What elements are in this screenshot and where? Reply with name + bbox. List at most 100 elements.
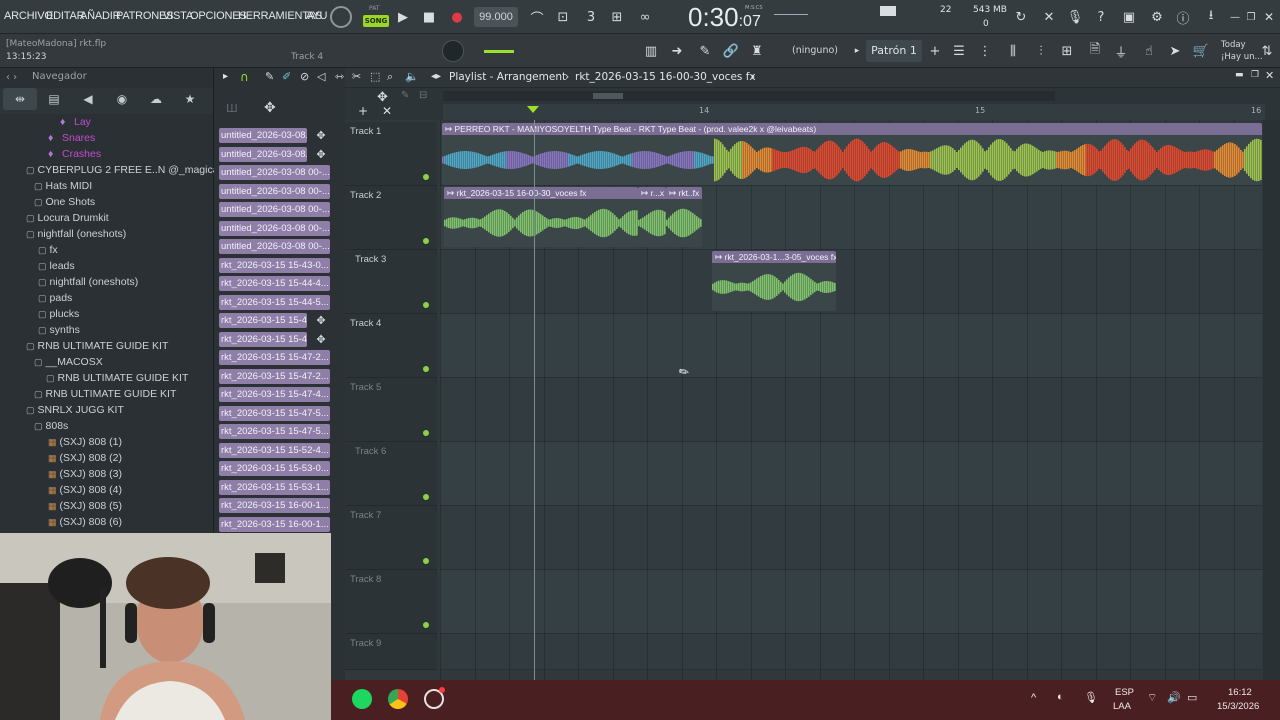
playlist-grid-icon[interactable]: ⊟ xyxy=(419,90,427,101)
clock-time[interactable]: 16:12 xyxy=(1228,687,1252,698)
filter-icon[interactable]: Ш xyxy=(226,102,238,115)
clip-move-icon[interactable]: ✥ xyxy=(313,147,329,162)
track-header[interactable]: Track 6 xyxy=(345,442,437,506)
browser-item[interactable]: ▢ Hats MIDI xyxy=(34,180,92,196)
pattern-icon[interactable]: ⊞ xyxy=(1056,40,1078,62)
browser-item[interactable]: ♦ Crashes xyxy=(48,148,101,164)
browser-item[interactable]: ▦ (SXJ) 808 (1) xyxy=(48,436,122,452)
mic-icon[interactable]: 🎙 xyxy=(1064,6,1086,28)
browser-item[interactable]: ♦ Snares xyxy=(48,132,95,148)
loop-mode-icon[interactable] xyxy=(330,6,352,28)
browser-item[interactable]: ▦ (SXJ) 808 (4) xyxy=(48,484,122,500)
nav-arrows-icon[interactable]: ◂▸ xyxy=(431,71,441,82)
browser-tab-all-icon[interactable]: ⇹ xyxy=(3,88,37,110)
metronome-icon[interactable]: ⌒ xyxy=(526,6,548,28)
track-lane[interactable] xyxy=(440,570,1262,634)
battery-icon[interactable]: ▭ xyxy=(1187,691,1197,704)
track-enable-led[interactable] xyxy=(423,558,429,564)
browser-item[interactable]: ♦ Lay xyxy=(60,116,91,132)
tray-app-icon[interactable]: ◐ xyxy=(1057,691,1064,703)
plug-icon[interactable]: ⏚ xyxy=(1110,40,1132,62)
track-name[interactable]: Track 4 xyxy=(350,318,381,329)
track-header[interactable]: Track 5 xyxy=(345,378,437,442)
menu-anadir[interactable]: AÑADIR xyxy=(80,10,121,22)
clip-move-icon[interactable]: ✥ xyxy=(313,128,329,143)
track-header[interactable]: Track 3 xyxy=(345,250,437,314)
track-enable-led[interactable] xyxy=(423,174,429,180)
clip-item[interactable]: rkt_2026-03-15 16-00-1... xyxy=(219,498,330,513)
track-name[interactable]: Track 7 xyxy=(350,510,381,521)
clip-item[interactable]: rkt_2026-03-15 15-47-5... xyxy=(219,424,330,439)
magnet-icon[interactable]: ∩ xyxy=(240,70,249,84)
add-track-icon[interactable]: + xyxy=(358,104,368,118)
playlist-move-icon[interactable]: ✥ xyxy=(377,90,388,105)
track-enable-led[interactable] xyxy=(423,494,429,500)
browser-item[interactable]: ▢ pads xyxy=(38,292,72,308)
link-icon[interactable]: 🔗 xyxy=(720,40,742,62)
clip-move-icon[interactable]: ✥ xyxy=(313,313,329,328)
track-lane[interactable] xyxy=(440,506,1262,570)
clip-item[interactable]: untitled_2026-03-08 00-... xyxy=(219,183,330,199)
mute-icon[interactable]: ◁ xyxy=(317,70,325,83)
stop-icon[interactable]: ■ xyxy=(418,6,440,28)
playlist-maximize-icon[interactable]: ❐ xyxy=(1251,70,1259,80)
countdown-icon[interactable]: 3 xyxy=(580,6,602,28)
download-icon[interactable]: ⭳ xyxy=(1200,6,1222,28)
touch-icon[interactable]: ☝ xyxy=(1138,40,1160,62)
track-header[interactable]: Track 2 xyxy=(345,186,437,250)
clip-item[interactable]: rkt_2026-03-15 15-47-5... xyxy=(219,405,330,421)
bird-icon[interactable]: ➤ xyxy=(1164,40,1186,62)
volume-icon[interactable]: 🔊 xyxy=(1167,691,1181,704)
clip-item[interactable]: rkt_2026-03-15 15-52-4... xyxy=(219,442,330,458)
track-name[interactable]: Track 2 xyxy=(350,190,381,201)
track-header[interactable]: Track 8 xyxy=(345,570,437,634)
select-icon[interactable]: ⬚ xyxy=(370,70,380,83)
sliders-icon[interactable]: ⫶ xyxy=(1030,40,1052,62)
clip-item[interactable]: rkt_2026-03-15 15-44-5... xyxy=(219,294,330,310)
plugin-icon[interactable]: ⚙ xyxy=(1146,6,1168,28)
browser-arrows-icon[interactable]: ‹ › xyxy=(6,72,17,83)
playhead-marker[interactable] xyxy=(527,106,539,113)
clip-item[interactable]: rkt_2026-03-15 15-4... xyxy=(219,331,307,347)
play-icon[interactable]: ▶ xyxy=(392,6,414,28)
slip-icon[interactable]: ⇿ xyxy=(335,70,344,83)
track-header[interactable]: Track 9 xyxy=(345,634,437,670)
timeline-ruler[interactable]: 14 15 16 xyxy=(443,104,1265,120)
track-header[interactable]: Track 7 xyxy=(345,506,437,570)
browser-item[interactable]: ▢ synths xyxy=(38,324,80,340)
close-icon[interactable]: ✕ xyxy=(1258,6,1280,28)
spotify-icon[interactable] xyxy=(352,689,372,709)
audio-clip[interactable]: ↦ r...x xyxy=(638,187,666,247)
track-enable-led[interactable] xyxy=(423,622,429,628)
playlist-play-icon[interactable]: ▸ xyxy=(223,71,228,82)
speaker-icon[interactable]: 🔈 xyxy=(405,70,419,83)
mixer-icon[interactable]: ⫼ xyxy=(1002,40,1024,62)
playlist-minimize-icon[interactable]: ▬ xyxy=(1235,70,1244,80)
track-name[interactable]: Track 8 xyxy=(350,574,381,585)
playlist-icon[interactable]: ☰ xyxy=(948,40,970,62)
clip-item[interactable]: rkt_2026-03-15 15-43-0... xyxy=(219,257,330,273)
browser-item[interactable]: ▢ 808s xyxy=(34,420,68,436)
browser-item[interactable]: ▢ One Shots xyxy=(34,196,95,212)
track-name[interactable]: Track 9 xyxy=(350,638,381,649)
wifi-icon[interactable]: ⌔ xyxy=(1147,691,1157,705)
record-icon[interactable]: ● xyxy=(446,6,468,28)
browser-tab-files-icon[interactable]: ▤ xyxy=(37,88,71,110)
track-enable-led[interactable] xyxy=(423,302,429,308)
lang-top[interactable]: ESP xyxy=(1115,687,1134,698)
clip-move-icon[interactable]: ✥ xyxy=(313,332,329,347)
slice-icon[interactable]: ✂ xyxy=(352,70,361,83)
wait-input-icon[interactable]: ⊡ xyxy=(552,6,574,28)
audio-clip[interactable]: ↦ rkt..fx xyxy=(666,187,702,247)
paint-icon[interactable]: ✐ xyxy=(282,70,291,83)
browser-item[interactable]: ▢ fx xyxy=(38,244,58,260)
browser-item[interactable]: ▦ (SXJ) 808 (2) xyxy=(48,452,122,468)
audio-clip[interactable]: ↦ rkt_2026-03-15 16-00-30_voces fx xyxy=(444,187,638,247)
track-enable-led[interactable] xyxy=(423,238,429,244)
move-tool-icon[interactable]: ✥ xyxy=(264,100,276,116)
add-pattern-icon[interactable]: + xyxy=(924,40,946,62)
playlist-close-icon[interactable]: ✕ xyxy=(1265,69,1274,82)
preset-selector[interactable]: (ninguno) xyxy=(792,45,838,56)
clip-item[interactable]: rkt_2026-03-15 15-53-0... xyxy=(219,461,330,476)
track-name[interactable]: Track 1 xyxy=(350,126,381,137)
